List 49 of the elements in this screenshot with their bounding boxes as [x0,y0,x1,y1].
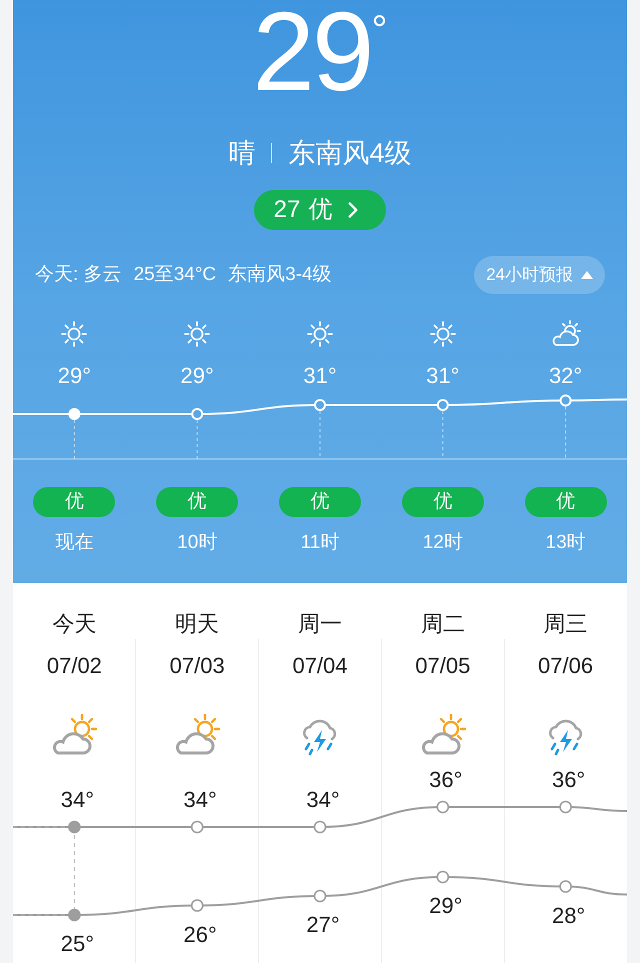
hour-label: 12时 [422,531,463,555]
today-summary: 25至34°C [134,262,216,287]
air-quality-button[interactable]: 27 优 [254,190,386,230]
low-temperature: 27° [305,912,341,938]
date-label: 07/02 [46,652,102,680]
today-summary: 东南风3-4级 [228,262,332,287]
low-temperature: 28° [550,902,586,928]
high-temperature: 34° [60,787,96,813]
air-quality-badge: 优 [402,487,484,517]
sun-icon [60,320,88,348]
air-quality-badge: 优 [524,487,607,517]
air-quality-badge: 优 [156,487,238,517]
hour-label: 11时 [300,531,340,555]
low-temperature: 25° [60,931,96,957]
degree-sign: ° [371,7,388,48]
today-summary: 今天: 多云 [35,262,122,287]
hourly-temperature: 29° [180,362,214,390]
low-temperature: 29° [428,893,464,919]
current-temperature: 29 [252,0,372,108]
day-label: 明天 [175,610,220,638]
sun-icon [306,320,334,348]
date-label: 07/06 [538,652,594,680]
high-temperature: 36° [428,767,464,793]
hour-label: 10时 [177,531,218,555]
date-label: 07/03 [170,652,225,680]
day-label: 今天 [52,610,96,638]
date-label: 07/05 [415,652,470,680]
high-temperature: 36° [550,767,586,793]
day-label: 周三 [544,610,588,638]
date-label: 07/04 [292,652,348,680]
high-temperature: 34° [305,787,341,813]
hourly-temperature: 31° [426,362,460,390]
air-quality-badge: 优 [33,487,116,517]
hourly-temperature: 29° [58,362,92,390]
hourly-temperature: 32° [548,362,582,390]
hourly-forecast-button[interactable]: 24小时预报 [474,256,605,294]
air-quality-badge: 优 [278,487,361,517]
day-label: 周二 [420,610,465,638]
low-temperature: 26° [182,922,218,948]
day-label: 周一 [298,610,342,638]
hourly-temperature: 31° [303,362,337,390]
wind-info: 东南风4级 [288,136,412,170]
high-temperature: 34° [182,787,218,813]
sun-icon [183,320,212,348]
hour-label: 13时 [546,531,586,555]
hour-label: 现在 [55,531,94,555]
caret-icon [581,271,593,279]
sun-icon [428,320,457,348]
weather-condition: 晴 [228,136,256,170]
